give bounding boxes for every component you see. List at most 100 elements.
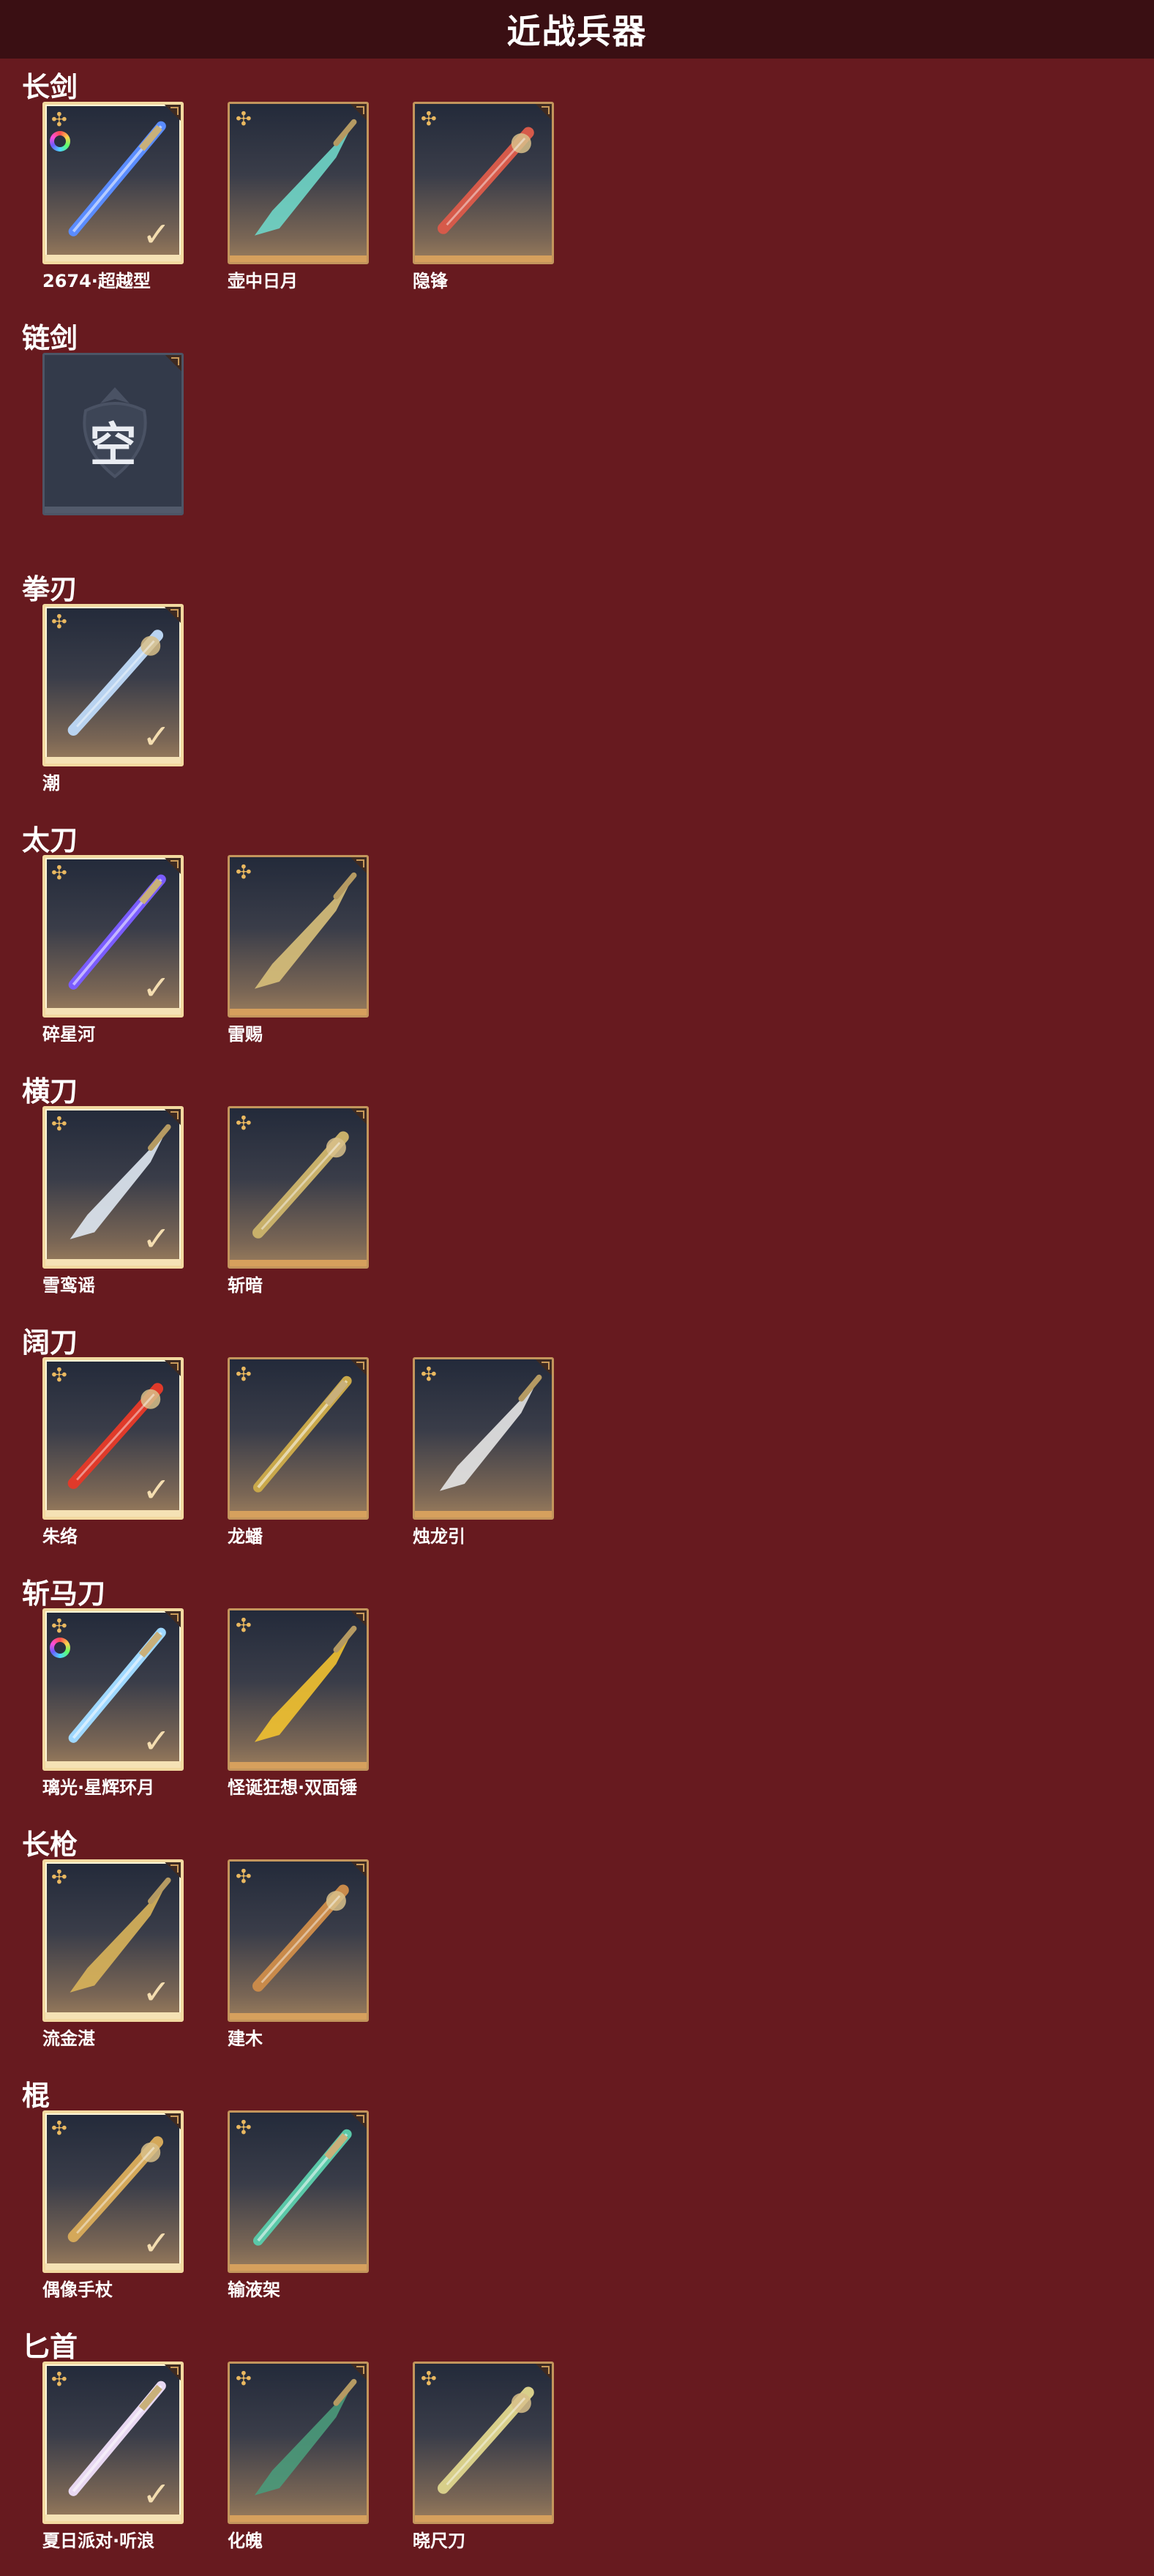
corner-fold-icon [351, 2364, 367, 2380]
weapon-name-label: 雷赐 [228, 1024, 263, 1045]
weapon-tile[interactable]: ✣ 化魄 [228, 2362, 369, 2551]
corner-fold-icon [165, 355, 181, 371]
weapon-card[interactable]: ✣ [228, 1859, 369, 2022]
weapon-tile[interactable]: ✣ ✓ 夏日派对·听浪 [42, 2362, 184, 2551]
weapon-name-label: 夏日派对·听浪 [42, 2531, 155, 2551]
weapon-card[interactable]: ✣ [228, 2110, 369, 2273]
rarity-flower-icon: ✣ [51, 109, 67, 131]
weapon-card[interactable]: ✣ ✓ [42, 1106, 184, 1269]
card-bottom-strip [45, 2263, 181, 2270]
card-bottom-strip [230, 255, 367, 262]
corner-fold-icon [165, 1862, 181, 1878]
card-bottom-strip [230, 2013, 367, 2020]
rarity-flower-icon: ✣ [236, 1615, 252, 1637]
weapon-tile[interactable]: ✣ ✓ 流金湛 [42, 1859, 184, 2049]
rarity-flower-icon: ✣ [421, 108, 437, 130]
weapon-card[interactable]: ✣ [228, 102, 369, 264]
category-title: 斩马刀 [22, 1578, 106, 1610]
corner-fold-icon [351, 857, 367, 873]
weapon-tile[interactable]: ✣ 建木 [228, 1859, 369, 2049]
weapon-card[interactable]: ✣ ✓ [42, 855, 184, 1018]
weapon-card[interactable]: ✣ ✓ [42, 102, 184, 264]
weapon-name-label: 输液架 [228, 2280, 280, 2300]
weapon-category-section: 横刀 ✣ ✓ 雪鸾谣 ✣ 斩暗 [0, 1066, 1154, 1317]
check-icon: ✓ [142, 1470, 171, 1509]
weapon-category-section: 拳刃 ✣ ✓ 潮 [0, 564, 1154, 815]
rarity-flower-icon: ✣ [51, 2118, 67, 2140]
corner-fold-icon [536, 104, 552, 120]
empty-weapon-slot[interactable]: 空 [42, 353, 184, 532]
weapon-name-label: 2674·超越型 [42, 271, 151, 291]
page-header: 近战兵器 [0, 0, 1154, 59]
weapon-name-label: 璃光·星辉环月 [42, 1777, 155, 1798]
weapon-category-section: 太刀 ✣ ✓ 碎星河 ✣ 雷赐 [0, 815, 1154, 1066]
corner-fold-icon [165, 1360, 181, 1376]
weapon-tile[interactable]: ✣ 隐锋 [413, 102, 554, 291]
card-bottom-strip [415, 1511, 552, 1517]
weapon-card[interactable]: ✣ [228, 1608, 369, 1771]
card-bottom-strip [230, 1009, 367, 1015]
weapon-name-label: 隐锋 [413, 271, 448, 291]
empty-slot-label: 空 [89, 419, 137, 473]
weapon-card[interactable]: ✣ ✓ [42, 2110, 184, 2273]
weapon-card[interactable]: ✣ [228, 1106, 369, 1269]
weapon-card[interactable]: 空 [42, 353, 184, 515]
weapon-card[interactable]: ✣ ✓ [42, 1859, 184, 2022]
weapon-name-label: 偶像手杖 [42, 2280, 113, 2300]
card-bottom-strip [230, 1762, 367, 1769]
weapon-card[interactable]: ✣ ✓ [42, 604, 184, 766]
card-bottom-strip [45, 1510, 181, 1517]
corner-fold-icon [351, 2113, 367, 2129]
weapon-card[interactable]: ✣ [413, 2362, 554, 2524]
weapon-name-label: 碎星河 [42, 1024, 95, 1045]
weapon-tile[interactable]: ✣ ✓ 碎星河 [42, 855, 184, 1045]
weapon-tile[interactable]: ✣ ✓ 雪鸾谣 [42, 1106, 184, 1296]
weapon-name-label: 烛龙引 [413, 1526, 465, 1547]
weapon-tile[interactable]: ✣ 晓尺刀 [413, 2362, 554, 2551]
weapon-tile[interactable]: ✣ 斩暗 [228, 1106, 369, 1296]
weapon-tile[interactable]: ✣ ✓ 潮 [42, 604, 184, 794]
weapon-card[interactable]: ✣ ✓ [42, 1608, 184, 1771]
card-bottom-strip [45, 2012, 181, 2019]
weapon-tile[interactable]: ✣ 输液架 [228, 2110, 369, 2300]
weapon-card[interactable]: ✣ [228, 2362, 369, 2524]
category-title: 太刀 [22, 824, 78, 856]
corner-fold-icon [351, 1610, 367, 1627]
weapon-tile[interactable]: ✣ 龙蟠 [228, 1357, 369, 1547]
weapon-card[interactable]: ✣ ✓ [42, 2362, 184, 2524]
check-icon: ✓ [142, 2223, 171, 2263]
weapon-name-label: 晓尺刀 [413, 2531, 465, 2551]
weapon-name-label: 龙蟠 [228, 1526, 263, 1547]
weapon-tile[interactable]: ✣ 壶中日月 [228, 102, 369, 291]
card-bottom-strip [45, 2515, 181, 2521]
weapon-tile[interactable]: ✣ ✓ 朱络 [42, 1357, 184, 1547]
weapon-tile[interactable]: ✣ 怪诞狂想·双面锤 [228, 1608, 369, 1798]
weapon-card[interactable]: ✣ [228, 1357, 369, 1520]
weapon-card[interactable]: ✣ [413, 102, 554, 264]
corner-fold-icon [165, 607, 181, 623]
weapon-card[interactable]: ✣ ✓ [42, 1357, 184, 1520]
weapon-tile[interactable]: ✣ ✓ 2674·超越型 [42, 102, 184, 291]
card-bottom-strip [415, 2515, 552, 2522]
card-bottom-strip [45, 757, 181, 764]
weapon-category-section: 棍 ✣ ✓ 偶像手杖 ✣ 输液架 [0, 2070, 1154, 2321]
check-icon: ✓ [142, 1219, 171, 1258]
weapon-card[interactable]: ✣ [413, 1357, 554, 1520]
rarity-flower-icon: ✣ [236, 108, 252, 130]
weapon-tile[interactable]: ✣ 烛龙引 [413, 1357, 554, 1547]
rarity-flower-icon: ✣ [51, 1113, 67, 1135]
category-title: 长枪 [22, 1829, 78, 1861]
rarity-flower-icon: ✣ [421, 1364, 437, 1386]
rarity-flower-icon: ✣ [51, 862, 67, 884]
rarity-flower-icon: ✣ [51, 1867, 67, 1889]
corner-fold-icon [536, 2364, 552, 2380]
card-bottom-strip [230, 2264, 367, 2271]
weapon-card[interactable]: ✣ [228, 855, 369, 1018]
corner-fold-icon [351, 1862, 367, 1878]
weapon-tile[interactable]: ✣ ✓ 璃光·星辉环月 [42, 1608, 184, 1798]
card-bottom-strip [45, 507, 181, 513]
weapon-tile[interactable]: ✣ 雷赐 [228, 855, 369, 1045]
weapon-tile[interactable]: ✣ ✓ 偶像手杖 [42, 2110, 184, 2300]
check-icon: ✓ [142, 968, 171, 1007]
check-icon: ✓ [142, 1721, 171, 1761]
